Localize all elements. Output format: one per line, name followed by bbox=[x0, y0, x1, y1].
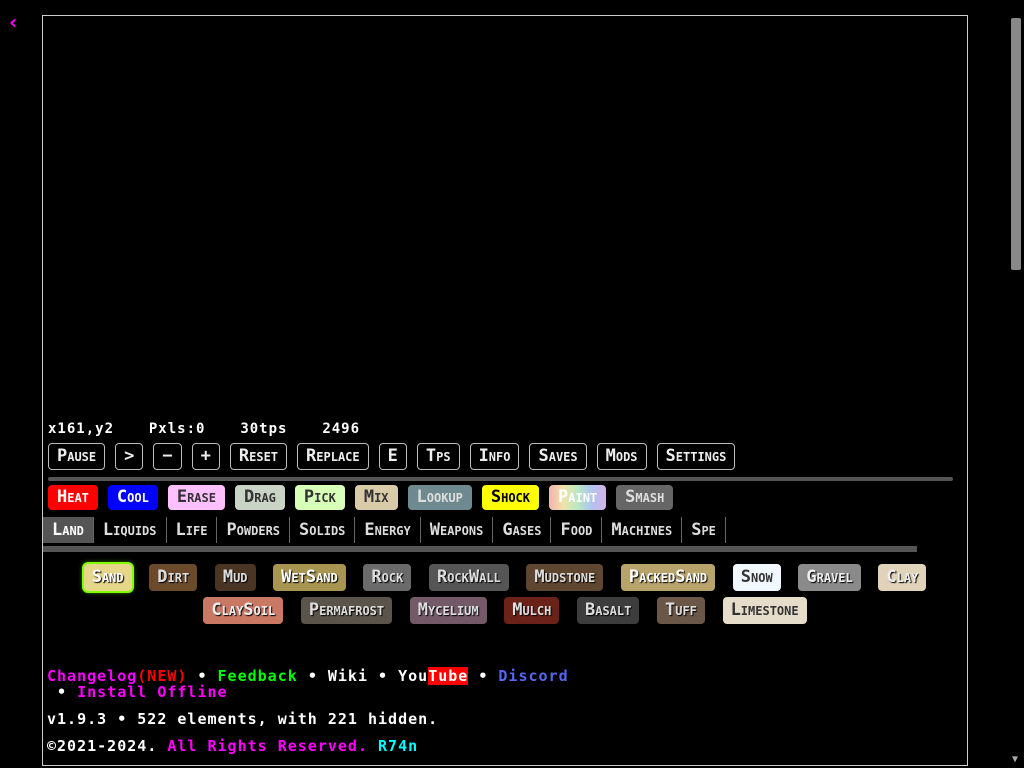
category-scrollbar[interactable] bbox=[43, 546, 917, 552]
element-claysoil-button[interactable]: ClaySoil bbox=[203, 597, 284, 624]
e-button[interactable]: E bbox=[378, 443, 407, 470]
feedback-link[interactable]: Feedback bbox=[218, 667, 298, 685]
step-button[interactable]: > bbox=[115, 443, 144, 470]
controls-scrollbar[interactable] bbox=[48, 477, 953, 481]
control-buttons: Pause > − + Reset Replace E Tps Info Saves Mods Set… bbox=[48, 443, 736, 470]
separator: • bbox=[57, 683, 68, 701]
saves-button[interactable]: Saves bbox=[529, 443, 587, 470]
tool-mix-button[interactable]: Mix bbox=[354, 485, 398, 510]
footer-links: Changelog(NEW) • Feedback • Wiki • YouTu… bbox=[47, 667, 767, 701]
tool-lookup-button[interactable]: Lookup bbox=[407, 485, 472, 510]
separator: • bbox=[307, 667, 318, 685]
brush-smaller-button[interactable]: − bbox=[153, 443, 182, 470]
tool-heat-button[interactable]: Heat bbox=[48, 485, 98, 510]
separator: • bbox=[478, 667, 489, 685]
tool-paint-button[interactable]: Paint bbox=[549, 485, 607, 510]
tab-life[interactable]: Life bbox=[167, 517, 218, 543]
element-mudstone-button[interactable]: Mudstone bbox=[526, 564, 604, 591]
element-clay-button[interactable]: Clay bbox=[878, 564, 927, 591]
element-rockwall-button[interactable]: RockWall bbox=[428, 564, 509, 591]
tab-solids[interactable]: Solids bbox=[290, 517, 356, 543]
tps-button[interactable]: Tps bbox=[416, 443, 460, 470]
tab-gases[interactable]: Gases bbox=[493, 517, 552, 543]
tab-energy[interactable]: Energy bbox=[355, 517, 421, 543]
element-count: 2496 bbox=[322, 421, 361, 437]
game-frame: x161,y2 Pxls:0 30tps 2496 Pause > − + Reset R… bbox=[42, 15, 968, 766]
tool-pick-button[interactable]: Pick bbox=[294, 485, 345, 510]
tool-drag-button[interactable]: Drag bbox=[234, 485, 285, 510]
tool-smash-button[interactable]: Smash bbox=[616, 485, 674, 510]
tab-spe[interactable]: Spe bbox=[682, 517, 726, 543]
cursor-coords: x161,y2 bbox=[48, 421, 115, 437]
reset-button[interactable]: Reset bbox=[229, 443, 288, 470]
back-arrow-icon[interactable]: ‹ bbox=[9, 10, 17, 34]
tab-land[interactable]: Land bbox=[43, 517, 94, 543]
element-wetsand-button[interactable]: WetSand bbox=[273, 564, 346, 591]
tab-powders[interactable]: Powders bbox=[217, 517, 291, 543]
separator: • bbox=[378, 667, 389, 685]
tool-shock-button[interactable]: Shock bbox=[481, 485, 540, 510]
wiki-link[interactable]: Wiki bbox=[328, 667, 368, 685]
copyright: ©2021-2024. All Rights Reserved. R74n bbox=[47, 737, 419, 755]
element-dirt-button[interactable]: Dirt bbox=[149, 564, 198, 591]
pixel-count: Pxls:0 bbox=[148, 421, 206, 437]
element-sand-button[interactable]: Sand bbox=[83, 564, 132, 591]
tool-erase-button[interactable]: Erase bbox=[167, 485, 225, 510]
element-rock-button[interactable]: Rock bbox=[363, 564, 412, 591]
settings-button[interactable]: Settings bbox=[656, 443, 736, 470]
tps-readout: 30tps bbox=[240, 421, 288, 437]
tool-cool-button[interactable]: Cool bbox=[107, 485, 158, 510]
element-mud-button[interactable]: Mud bbox=[214, 564, 256, 591]
tab-food[interactable]: Food bbox=[551, 517, 603, 543]
simulation-canvas[interactable] bbox=[43, 16, 967, 418]
element-tuff-button[interactable]: Tuff bbox=[657, 597, 705, 624]
author-link[interactable]: R74n bbox=[378, 737, 418, 755]
stats-bar: x161,y2 Pxls:0 30tps 2496 bbox=[48, 421, 360, 437]
page-scrollbar[interactable]: ▼ bbox=[1008, 0, 1024, 768]
element-gravel-button[interactable]: Gravel bbox=[798, 564, 861, 591]
discord-link[interactable]: Discord bbox=[498, 667, 568, 685]
element-packedsand-button[interactable]: PackedSand bbox=[620, 564, 716, 591]
tab-liquids[interactable]: Liquids bbox=[94, 517, 167, 543]
mods-button[interactable]: Mods bbox=[596, 443, 647, 470]
category-tabs: Land Liquids Life Powders Solids Energy Weapon… bbox=[43, 517, 726, 543]
pause-button[interactable]: Pause bbox=[48, 443, 106, 470]
element-mulch-button[interactable]: Mulch bbox=[504, 597, 560, 624]
tool-buttons: Heat Cool Erase Drag Pick Mix Lookup Shock Paint… bbox=[48, 485, 674, 510]
scroll-down-arrow-icon[interactable]: ▼ bbox=[1012, 754, 1018, 765]
replace-button[interactable]: Replace bbox=[297, 443, 369, 470]
install-offline-link[interactable]: Install Offline bbox=[77, 683, 227, 701]
element-permafrost-button[interactable]: Permafrost bbox=[300, 597, 393, 624]
element-snow-button[interactable]: Snow bbox=[732, 564, 781, 591]
element-mycelium-button[interactable]: Mycelium bbox=[409, 597, 487, 624]
scrollbar-thumb[interactable] bbox=[1011, 18, 1021, 270]
tab-weapons[interactable]: Weapons bbox=[421, 517, 494, 543]
tab-machines[interactable]: Machines bbox=[602, 517, 683, 543]
version-info: v1.9.3 • 522 elements, with 221 hidden. bbox=[47, 710, 439, 728]
element-buttons: Sand Dirt Mud WetSand Rock RockWall Muds… bbox=[43, 564, 967, 630]
info-button[interactable]: Info bbox=[469, 443, 520, 470]
brush-larger-button[interactable]: + bbox=[191, 443, 220, 470]
youtube-link[interactable]: YouTube bbox=[398, 667, 469, 685]
element-basalt-button[interactable]: Basalt bbox=[577, 597, 640, 624]
rights-link[interactable]: All Rights Reserved. bbox=[167, 737, 368, 755]
element-limestone-button[interactable]: Limestone bbox=[722, 597, 807, 624]
